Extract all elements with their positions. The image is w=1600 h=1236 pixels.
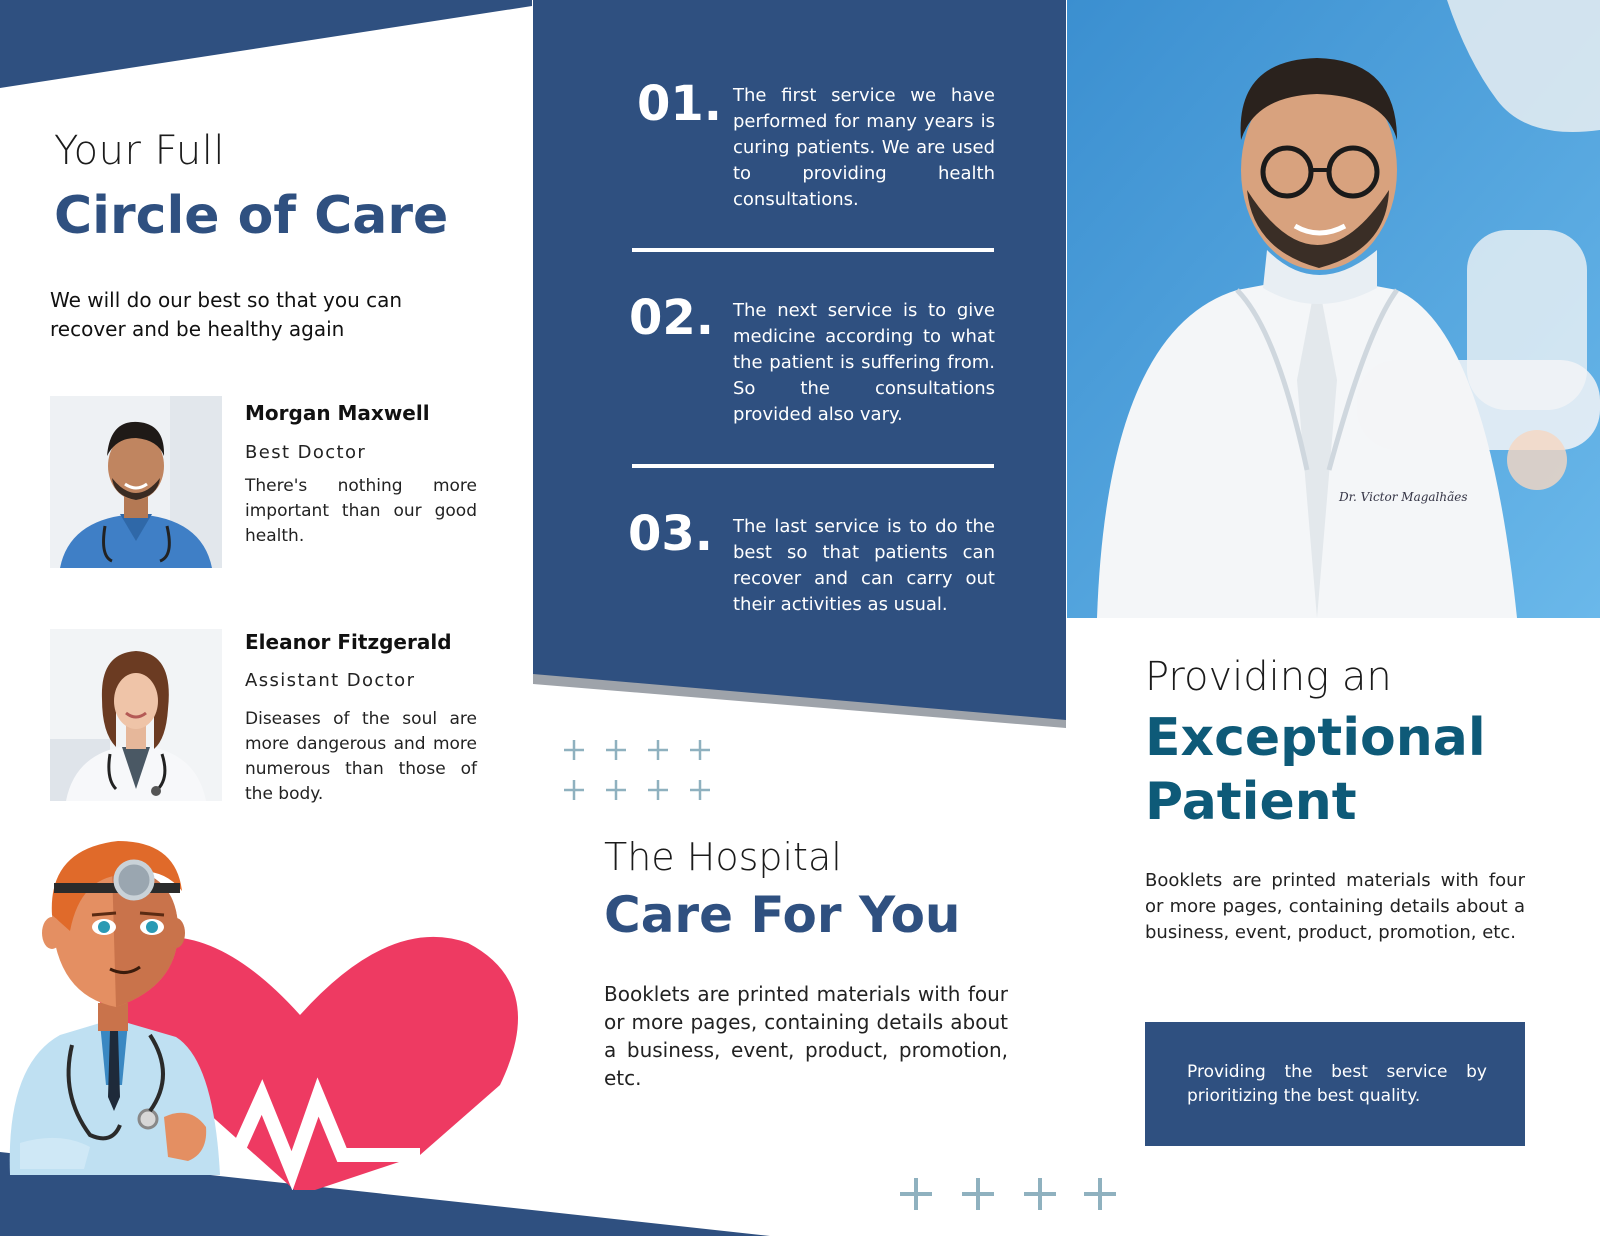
panel1-title-line2: Circle of Care <box>54 186 449 246</box>
service-number-01: 01. <box>637 76 723 132</box>
panel2-body: Booklets are printed materials with four… <box>604 982 1008 1090</box>
doctor-name-morgan: Morgan Maxwell <box>245 401 430 425</box>
cartoon-doctor-illustration <box>9 841 518 1190</box>
service-text-03: The last service is to do the best so th… <box>733 516 995 615</box>
panel3-title-line2: Exceptional <box>1145 708 1486 768</box>
service-divider-1 <box>632 248 994 252</box>
panel3-title-line3: Patient <box>1145 772 1357 832</box>
service-number-02: 02. <box>629 290 715 346</box>
panel1-title-line1: Your Full <box>54 128 226 174</box>
doctor-role-morgan: Best Doctor <box>245 442 367 463</box>
panel3-title-line1: Providing an <box>1145 654 1392 700</box>
panel2-title-line2: Care For You <box>604 886 961 944</box>
panel3-highlight-text: Providing the best service by prioritizi… <box>1187 1062 1487 1106</box>
service-divider-2 <box>632 464 994 468</box>
doctor-name-eleanor: Eleanor Fitzgerald <box>245 630 452 654</box>
doctor-photo-morgan <box>50 396 222 568</box>
doctor-photo-eleanor <box>50 629 222 801</box>
panel1-lead: We will do our best so that you can reco… <box>50 288 403 341</box>
doctor-desc-eleanor: Diseases of the soul are more dangerous … <box>245 709 477 804</box>
plus-pattern-middle <box>564 740 710 800</box>
service-text-01: The first service we have performed for … <box>733 85 995 210</box>
panel2-title-line1: The Hospital <box>604 835 842 879</box>
panel3-body: Booklets are printed materials with four… <box>1145 870 1525 943</box>
service-text-02: The next service is to give medicine acc… <box>733 300 995 425</box>
panel3-title-main: Exceptional Patient <box>1145 706 1486 834</box>
coat-name-text: Dr. Victor Magalhães <box>1339 490 1468 504</box>
top-left-banner <box>0 0 532 88</box>
service-number-03: 03. <box>628 506 714 562</box>
plus-pattern-bottom <box>900 1178 1116 1210</box>
hero-doctor-photo: Dr. Victor Magalhães <box>1067 0 1600 618</box>
panel3-highlight-box: Providing the best service by prioritizi… <box>1145 1022 1525 1146</box>
doctor-desc-morgan: There's nothing more important than our … <box>245 476 477 546</box>
doctor-role-eleanor: Assistant Doctor <box>245 670 416 691</box>
